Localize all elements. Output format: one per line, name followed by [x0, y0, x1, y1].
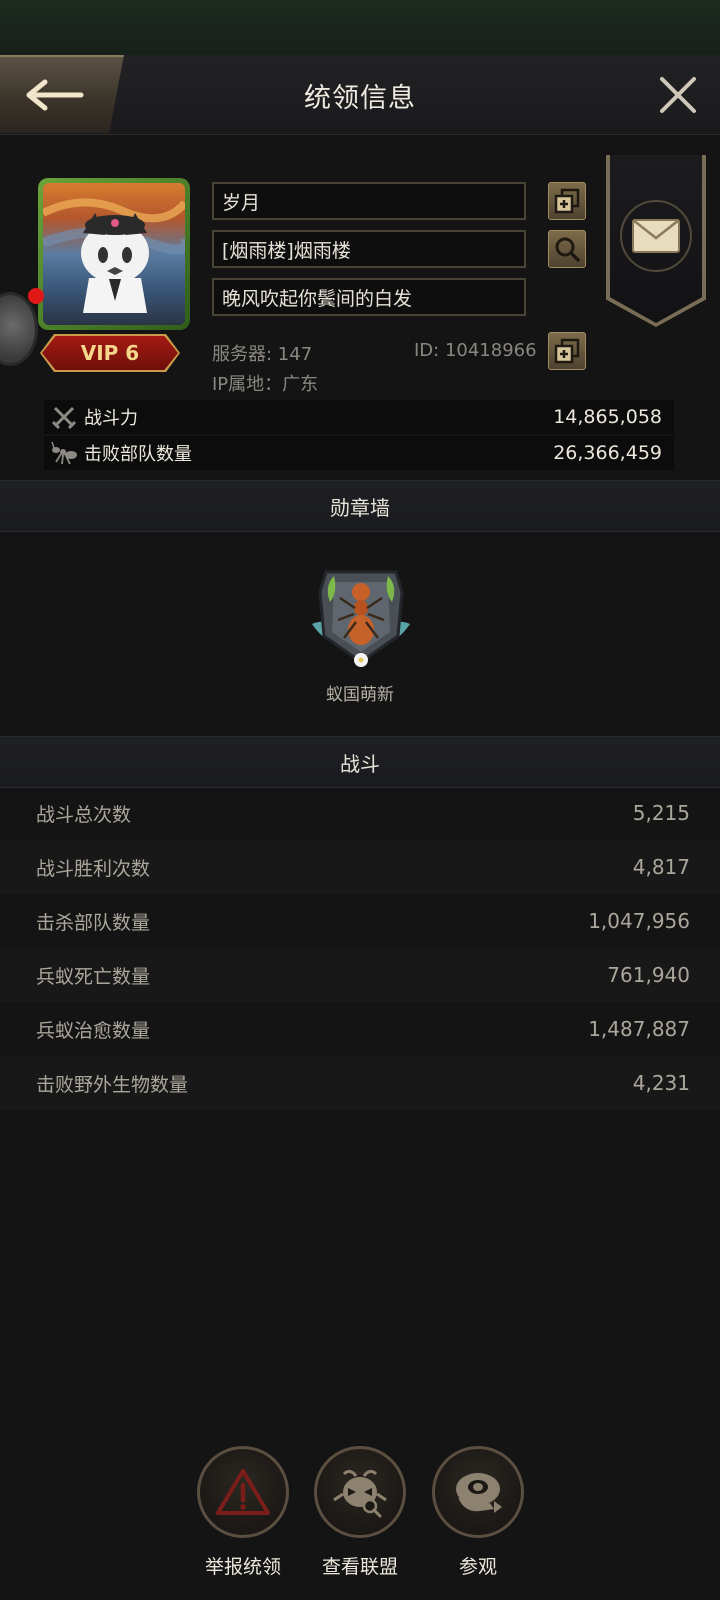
- medal-badge[interactable]: [304, 562, 418, 674]
- battle-stat-row: 兵蚁治愈数量 1,487,887: [0, 1002, 720, 1056]
- battle-stat-value: 5,215: [632, 801, 690, 825]
- alliance-search-icon: [333, 1469, 387, 1518]
- search-alliance-button[interactable]: [548, 230, 586, 268]
- power-stat-bar: 战斗力 14,865,058: [44, 400, 674, 434]
- header-bar: 统领信息: [0, 55, 720, 135]
- copy-icon: [554, 188, 580, 214]
- ant-icon: [44, 440, 84, 466]
- battle-stat-label: 兵蚁治愈数量: [36, 1019, 151, 1042]
- copy-name-button[interactable]: [548, 182, 586, 220]
- power-label: 战斗力: [84, 408, 138, 429]
- battle-stat-label: 击败野外生物数量: [36, 1073, 189, 1096]
- power-value: 14,865,058: [553, 406, 662, 428]
- search-icon: [555, 237, 580, 262]
- warning-icon: [216, 1469, 270, 1515]
- avatar[interactable]: [38, 178, 190, 330]
- report-commander-label[interactable]: 举报统领: [183, 1552, 303, 1579]
- medal-name: 蚁国萌新: [326, 685, 394, 705]
- battle-stat-row: 战斗总次数 5,215: [0, 786, 720, 840]
- battle-stat-value: 4,231: [632, 1071, 690, 1095]
- copy-id-button[interactable]: [548, 332, 586, 370]
- battle-stat-value: 761,940: [607, 963, 690, 987]
- battle-stat-label: 击杀部队数量: [36, 911, 151, 934]
- defeated-troops-value: 26,366,459: [553, 442, 662, 464]
- avatar-image: [43, 183, 185, 325]
- visit-label[interactable]: 参观: [418, 1552, 538, 1579]
- battle-stat-row: 战斗胜利次数 4,817: [0, 840, 720, 894]
- view-alliance-label[interactable]: 查看联盟: [300, 1552, 420, 1579]
- defeated-troops-stat-bar: 击败部队数量 26,366,459: [44, 436, 674, 470]
- close-button[interactable]: [656, 73, 700, 117]
- vip-badge[interactable]: VIP 6: [42, 336, 178, 370]
- battle-section-header: 战斗: [0, 736, 720, 788]
- battle-stat-row: 击杀部队数量 1,047,956: [0, 894, 720, 948]
- battle-stat-row: 兵蚁死亡数量 761,940: [0, 948, 720, 1002]
- defeated-troops-label: 击败部队数量: [84, 444, 192, 465]
- battle-stat-label: 兵蚁死亡数量: [36, 965, 151, 988]
- notification-dot: [28, 288, 44, 304]
- page-title: 统领信息: [304, 82, 416, 114]
- ant-medal-icon: [312, 570, 410, 667]
- battle-stat-value: 1,047,956: [588, 909, 690, 933]
- alliance-field: [烟雨楼]烟雨楼: [212, 230, 526, 268]
- visit-button[interactable]: [432, 1446, 524, 1538]
- visit-icon: [456, 1473, 502, 1513]
- copy-icon: [554, 338, 580, 364]
- battle-stat-value: 1,487,887: [588, 1017, 690, 1041]
- signature-field: 晚风吹起你鬓间的白发: [212, 278, 526, 316]
- battle-stat-value: 4,817: [632, 855, 690, 879]
- battle-stat-row: 击败野外生物数量 4,231: [0, 1056, 720, 1110]
- battle-stat-label: 战斗总次数: [36, 803, 132, 826]
- view-alliance-button[interactable]: [314, 1446, 406, 1538]
- medal-wall-header: 勋章墙: [0, 480, 720, 532]
- mail-icon: [632, 219, 680, 253]
- mail-icon-frame[interactable]: [620, 200, 692, 272]
- player-id-label: ID: 10418966: [414, 340, 537, 361]
- player-name-field: 岁月: [212, 182, 526, 220]
- close-icon: [660, 77, 696, 113]
- crossed-swords-icon: [44, 404, 84, 430]
- battle-stat-label: 战斗胜利次数: [36, 857, 151, 880]
- ip-location-label: IP属地：广东: [212, 374, 319, 395]
- report-commander-button[interactable]: [197, 1446, 289, 1538]
- server-label: 服务器: 147: [212, 344, 313, 365]
- status-strip: [0, 0, 720, 55]
